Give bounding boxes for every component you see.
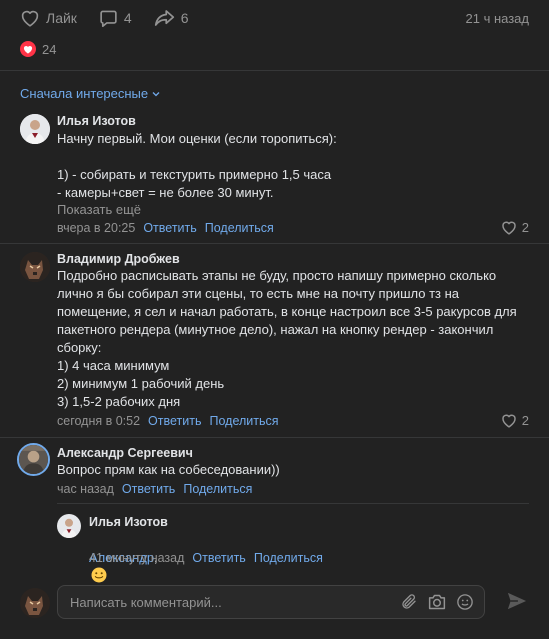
share-link[interactable]: Поделиться [209, 414, 278, 428]
sort-dropdown[interactable]: Сначала интересные [20, 86, 161, 101]
share-link[interactable]: Поделиться [183, 482, 252, 496]
sort-label: Сначала интересные [20, 86, 149, 101]
reply-meta: 41 минуту назад Ответить Поделиться [89, 551, 323, 565]
emoji-icon[interactable] [456, 593, 474, 611]
comment-author[interactable]: Владимир Дробжев [57, 252, 180, 266]
comment-meta: вчера в 20:25 Ответить Поделиться [57, 221, 274, 235]
heart-outline-icon [502, 221, 516, 235]
avatar[interactable] [57, 514, 81, 538]
comment-like-count: 2 [521, 413, 529, 428]
current-user-avatar[interactable] [20, 588, 50, 618]
avatar[interactable] [20, 252, 50, 282]
comment-time[interactable]: вчера в 20:25 [57, 221, 135, 235]
comment-meta: сегодня в 0:52 Ответить Поделиться [57, 414, 279, 428]
smile-emoji-icon [91, 567, 107, 583]
comment-like-button[interactable]: 2 [501, 413, 529, 428]
comment-input[interactable] [70, 594, 390, 610]
chevron-down-icon [152, 91, 160, 96]
camera-icon[interactable] [427, 593, 447, 611]
reactions-count: 24 [42, 41, 57, 57]
reply-author[interactable]: Илья Изотов [89, 515, 168, 529]
comment-time[interactable]: час назад [57, 482, 114, 496]
comment-author[interactable]: Александр Сергеевич [57, 446, 193, 460]
comment-text: Начну первый. Мои оценки (если торопитьс… [57, 131, 337, 200]
comments-button[interactable]: 4 [99, 9, 132, 27]
post-time[interactable]: 21 ч назад [466, 11, 530, 26]
attach-icon[interactable] [400, 593, 418, 611]
shares-count: 6 [180, 10, 189, 26]
like-label: Лайк [46, 10, 77, 26]
share-link[interactable]: Поделиться [254, 551, 323, 565]
send-icon[interactable] [506, 591, 528, 614]
reply-link[interactable]: Ответить [143, 221, 196, 235]
share-link[interactable]: Поделиться [205, 221, 274, 235]
heart-reaction-icon [20, 41, 36, 57]
comments-count: 4 [123, 10, 132, 26]
heart-outline-icon [502, 414, 516, 428]
comment-meta: час назад Ответить Поделиться [57, 482, 252, 496]
comment-author[interactable]: Илья Изотов [57, 114, 136, 128]
like-button[interactable]: Лайк [20, 9, 77, 27]
composer-tools [391, 593, 474, 611]
comment-icon [100, 10, 117, 27]
avatar[interactable] [20, 114, 50, 144]
comment-text: Подробно расписывать этапы не буду, прос… [57, 268, 517, 409]
divider [0, 243, 549, 244]
divider [0, 437, 549, 438]
show-more-link[interactable]: Показать ещё [57, 202, 141, 217]
comment-like-button[interactable]: 2 [501, 220, 529, 235]
comment-composer [57, 585, 485, 619]
share-arrow-icon [154, 10, 174, 26]
reply-link[interactable]: Ответить [192, 551, 245, 565]
post-actions-bar: Лайк 4 6 21 ч назад [0, 0, 549, 36]
reply-link[interactable]: Ответить [148, 414, 201, 428]
reply-link[interactable]: Ответить [122, 482, 175, 496]
avatar[interactable] [17, 443, 50, 476]
divider [0, 70, 549, 71]
share-button[interactable]: 6 [154, 9, 189, 27]
divider [57, 503, 529, 504]
reply-time[interactable]: 41 минуту назад [89, 551, 184, 565]
comment-like-count: 2 [521, 220, 529, 235]
reactions-summary[interactable]: 24 [20, 41, 56, 57]
heart-outline-icon [21, 10, 39, 27]
comment-time[interactable]: сегодня в 0:52 [57, 414, 140, 428]
comment-text: Вопрос прям как на собеседовании)) [57, 462, 280, 477]
